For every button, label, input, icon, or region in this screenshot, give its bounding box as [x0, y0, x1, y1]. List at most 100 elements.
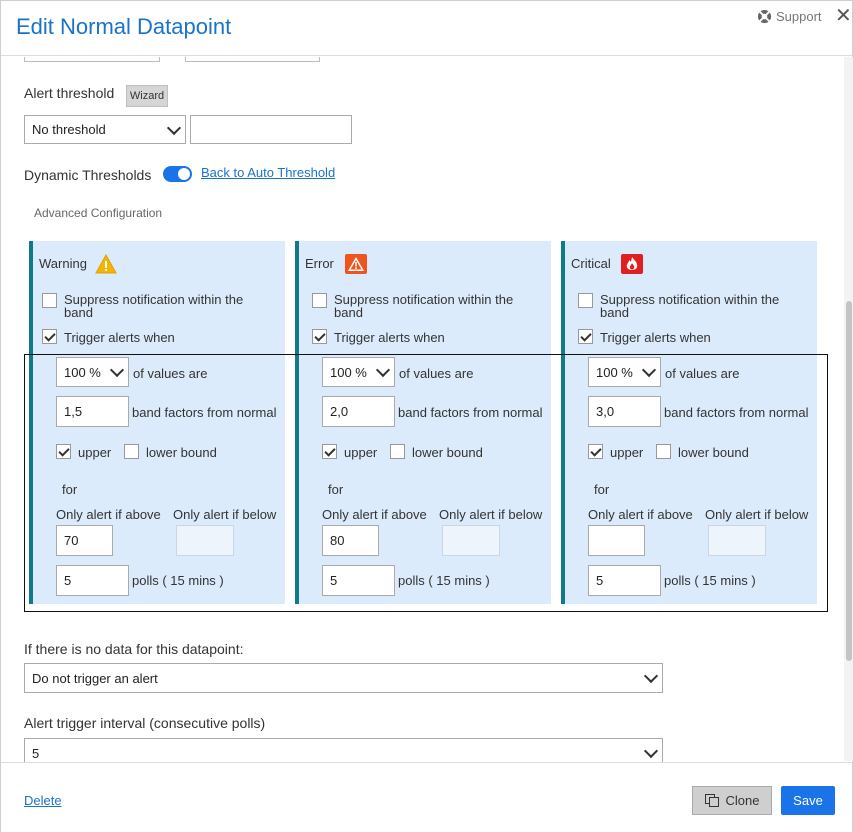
upper-checkbox[interactable]	[322, 444, 337, 459]
lower-bound-label: lower bound	[146, 445, 217, 460]
upper-checkbox[interactable]	[56, 444, 71, 459]
chevron-down-icon	[109, 362, 125, 378]
delete-link[interactable]: Delete	[24, 793, 62, 808]
save-button[interactable]: Save	[781, 786, 835, 815]
critical-fire-icon	[621, 254, 643, 274]
threshold-value-input[interactable]	[190, 115, 352, 144]
trigger-label: Trigger alerts when	[64, 330, 175, 345]
suppress-label: Suppress notification within the band	[334, 292, 514, 320]
chevron-down-icon	[375, 362, 391, 378]
only-below-label: Only alert if below	[705, 507, 809, 522]
suppress-checkbox[interactable]	[578, 293, 593, 308]
warning-panel: Warning Suppress notification within the…	[29, 241, 285, 604]
for-label: for	[328, 482, 344, 497]
chevron-down-icon	[643, 743, 659, 759]
percent-select[interactable]: 100 %	[56, 357, 129, 387]
only-below-label: Only alert if below	[439, 507, 543, 522]
trigger-checkbox[interactable]	[578, 329, 593, 344]
no-data-select[interactable]: Do not trigger an alert	[24, 663, 663, 693]
dialog-header: Edit Normal Datapoint Support ✕	[1, 1, 852, 56]
cut-off-field-right[interactable]	[185, 57, 320, 62]
only-below-input[interactable]	[708, 525, 766, 556]
dialog-footer: Delete Clone Save	[1, 762, 852, 832]
scrollbar-thumb[interactable]	[846, 301, 852, 661]
chevron-down-icon	[166, 120, 182, 135]
copy-icon	[704, 793, 719, 807]
lower-bound-label: lower bound	[678, 445, 749, 460]
support-link[interactable]: Support	[757, 9, 822, 24]
close-icon[interactable]: ✕	[835, 4, 852, 28]
upper-checkbox[interactable]	[588, 444, 603, 459]
upper-label: upper	[78, 445, 112, 460]
percent-select[interactable]: 100 %	[322, 357, 395, 387]
only-below-input[interactable]	[176, 525, 234, 556]
only-below-label: Only alert if below	[173, 507, 277, 522]
suppress-label: Suppress notification within the band	[600, 292, 780, 320]
band-factor-input[interactable]: 3,0	[588, 396, 661, 427]
only-above-input[interactable]: 70	[56, 525, 113, 556]
warning-triangle-icon	[95, 254, 117, 274]
no-data-value: Do not trigger an alert	[32, 670, 158, 686]
dynamic-thresholds-toggle[interactable]	[163, 166, 192, 182]
polls-input[interactable]: 5	[588, 565, 661, 596]
clone-label: Clone	[725, 793, 760, 808]
toggle-knob	[178, 168, 190, 180]
severity-title: Error	[305, 256, 334, 271]
band-factor-label: band factors from normal	[664, 405, 809, 420]
lower-bound-checkbox[interactable]	[124, 444, 139, 459]
clone-button[interactable]: Clone	[692, 786, 772, 815]
of-values-label: of values are	[665, 366, 740, 381]
back-to-auto-threshold-link[interactable]: Back to Auto Threshold	[201, 165, 335, 180]
cut-off-field-left[interactable]	[24, 57, 160, 62]
trigger-interval-label: Alert trigger interval (consecutive poll…	[24, 715, 266, 731]
wizard-button[interactable]: Wizard	[126, 85, 168, 107]
critical-panel: Critical Suppress notification within th…	[561, 241, 817, 604]
severity-title: Warning	[39, 256, 87, 271]
band-factor-input[interactable]: 2,0	[322, 396, 395, 427]
trigger-label: Trigger alerts when	[600, 330, 711, 345]
band-factor-input[interactable]: 1,5	[56, 396, 129, 427]
for-label: for	[62, 482, 78, 497]
threshold-operator-value: No threshold	[32, 122, 106, 137]
band-factor-label: band factors from normal	[132, 405, 277, 420]
only-above-label: Only alert if above	[56, 507, 161, 522]
of-values-label: of values are	[399, 366, 474, 381]
polls-label: polls ( 15 mins )	[664, 573, 756, 588]
band-factor-label: band factors from normal	[398, 405, 543, 420]
trigger-checkbox[interactable]	[312, 329, 327, 344]
percent-value: 100 %	[64, 364, 101, 380]
edit-datapoint-dialog: Edit Normal Datapoint Support ✕ Alert th…	[0, 0, 853, 832]
lower-bound-checkbox[interactable]	[656, 444, 671, 459]
error-panel: Error Suppress notification within the b…	[295, 241, 551, 604]
suppress-checkbox[interactable]	[42, 293, 57, 308]
threshold-operator-select[interactable]: No threshold	[24, 115, 186, 144]
advanced-configuration-label: Advanced Configuration	[34, 206, 163, 220]
suppress-checkbox[interactable]	[312, 293, 327, 308]
percent-value: 100 %	[330, 364, 367, 380]
lower-bound-label: lower bound	[412, 445, 483, 460]
upper-label: upper	[610, 445, 644, 460]
polls-label: polls ( 15 mins )	[132, 573, 224, 588]
for-label: for	[594, 482, 610, 497]
only-above-label: Only alert if above	[322, 507, 427, 522]
lower-bound-checkbox[interactable]	[390, 444, 405, 459]
trigger-interval-select[interactable]: 5	[24, 738, 663, 762]
polls-input[interactable]: 5	[56, 565, 129, 596]
only-above-input[interactable]	[588, 525, 645, 556]
only-below-input[interactable]	[442, 525, 500, 556]
of-values-label: of values are	[133, 366, 208, 381]
suppress-label: Suppress notification within the band	[64, 292, 244, 320]
severity-title: Critical	[571, 256, 611, 271]
only-above-input[interactable]: 80	[322, 525, 379, 556]
trigger-checkbox[interactable]	[42, 329, 57, 344]
percent-value: 100 %	[596, 364, 633, 380]
upper-label: upper	[344, 445, 378, 460]
percent-select[interactable]: 100 %	[588, 357, 661, 387]
polls-input[interactable]: 5	[322, 565, 395, 596]
trigger-label: Trigger alerts when	[334, 330, 445, 345]
lifebuoy-icon	[757, 9, 772, 24]
trigger-interval-value: 5	[32, 745, 40, 761]
dynamic-thresholds-label: Dynamic Thresholds	[24, 167, 152, 183]
error-triangle-icon	[345, 254, 367, 274]
dialog-body: Alert threshold Wizard No threshold Dyna…	[1, 57, 852, 762]
